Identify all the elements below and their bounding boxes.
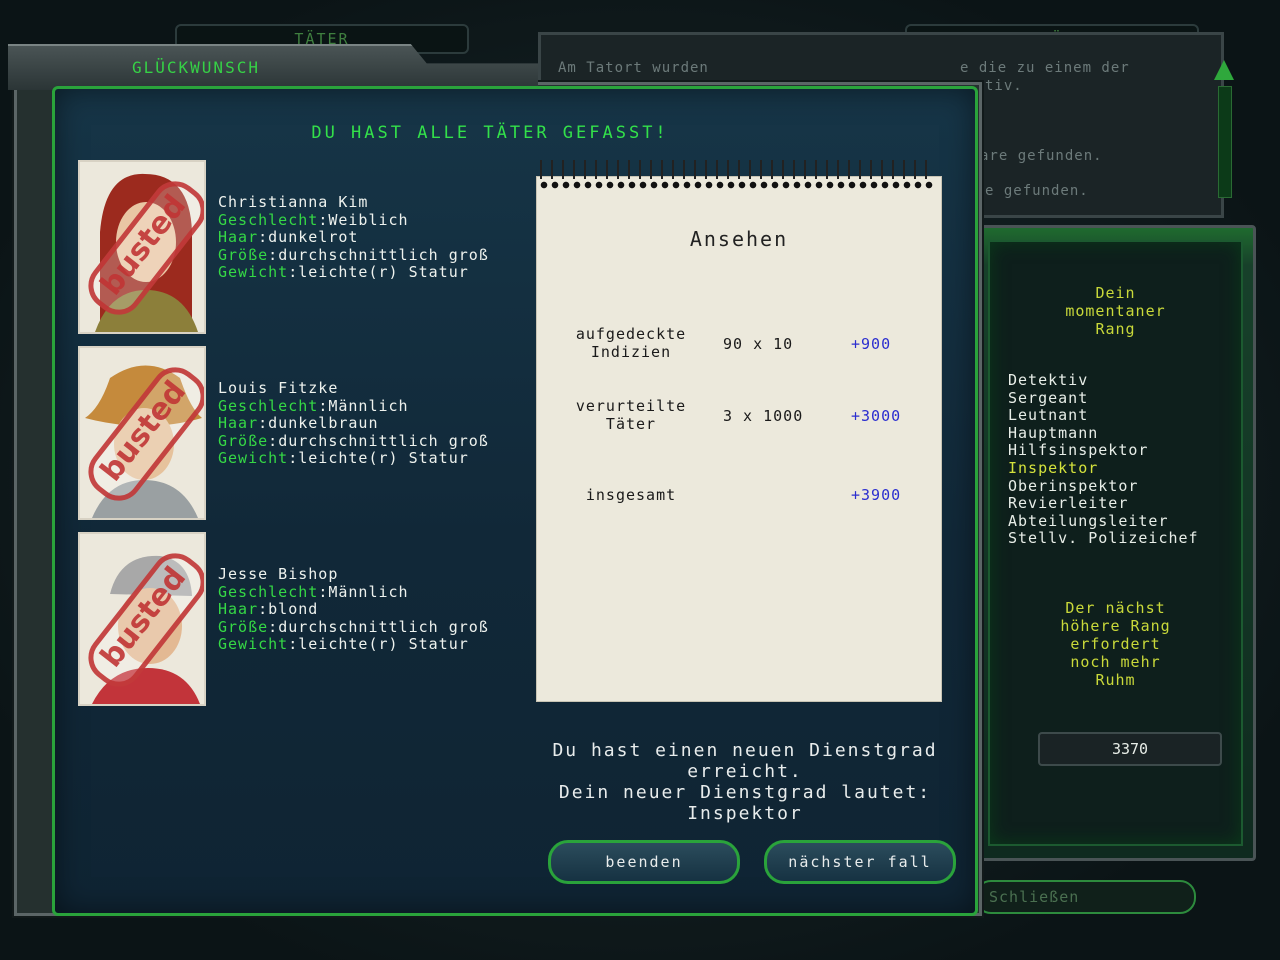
- rank-item-current: Inspektor: [1008, 458, 1099, 477]
- suspect-gender: Geschlecht:Männlich: [218, 396, 409, 415]
- rank-heading-1: Dein: [1095, 284, 1136, 302]
- rank-heading-3: Rang: [1095, 320, 1136, 338]
- back-text-3: tiv.: [985, 78, 1023, 94]
- rank-panel: Dein momentaner Rang Detektiv Sergeant L…: [975, 225, 1256, 861]
- row-calc: 3 x 1000: [723, 407, 804, 425]
- next-rank-3: erfordert: [1070, 635, 1161, 653]
- rank-item: Stellv. Polizeichef: [1008, 529, 1199, 548]
- back-text-5: e gefunden.: [985, 183, 1089, 199]
- row-label-total: insgesamt: [585, 486, 677, 504]
- row-label: Täter: [605, 415, 657, 433]
- suspect-info: Jesse Bishop Geschlecht:Männlich Haar:bl…: [218, 565, 489, 654]
- rank-item: Detektiv: [1008, 371, 1089, 389]
- row-label: Indizien: [590, 343, 672, 361]
- suspect-photo: busted: [78, 160, 206, 334]
- rank-item: Hilfsinspektor: [1008, 441, 1149, 460]
- rank-item: Revierleiter: [1008, 494, 1129, 513]
- notepad-holes: [540, 180, 936, 190]
- back-text-2: e die zu einem der: [960, 60, 1130, 76]
- suspect-weight: Gewicht:leichte(r) Statur: [218, 635, 469, 654]
- suspect-photo: busted: [78, 346, 206, 520]
- scroll-track[interactable]: [1218, 86, 1232, 198]
- message-line: erreicht.: [687, 761, 803, 782]
- suspect-hair: Haar:dunkelrot: [218, 228, 359, 247]
- rank-item: Oberinspektor: [1008, 476, 1139, 495]
- rank-heading-2: momentaner: [1065, 302, 1166, 320]
- fame-value: 3370: [1038, 732, 1222, 766]
- back-text-4: are gefunden.: [980, 148, 1103, 164]
- rank-item: Leutnant: [1008, 406, 1089, 425]
- headline: DU HAST ALLE TÄTER GEFASST!: [311, 123, 669, 143]
- row-value: +900: [851, 335, 892, 353]
- rank-list: Detektiv Sergeant Leutnant Hauptmann Hil…: [1008, 371, 1199, 548]
- next-rank-4: noch mehr: [1070, 653, 1161, 671]
- score-notepad: Ansehen aufgedeckte Indizien 90 x 10 +90…: [536, 176, 942, 702]
- next-rank-2: höhere Rang: [1060, 617, 1171, 635]
- suspect-photo: busted: [78, 532, 206, 706]
- close-button[interactable]: Schließen: [975, 880, 1196, 914]
- rank-inner: Dein momentaner Rang Detektiv Sergeant L…: [988, 240, 1243, 846]
- suspect-weight: Gewicht:leichte(r) Statur: [218, 449, 469, 468]
- notepad-title: Ansehen: [689, 227, 789, 251]
- suspect-info: Christianna Kim Geschlecht:Weiblich Haar…: [218, 193, 489, 282]
- row-value: +3000: [851, 407, 902, 425]
- suspect-info: Louis Fitzke Geschlecht:Männlich Haar:du…: [218, 379, 489, 468]
- scrollbar[interactable]: [1214, 60, 1236, 210]
- rank-item: Hauptmann: [1008, 423, 1099, 442]
- promotion-message: Du hast einen neuen Dienstgrad erreicht.…: [548, 740, 942, 824]
- suspect-card: busted Christianna Kim Geschlecht:Weibli…: [78, 160, 538, 334]
- end-button[interactable]: beenden: [548, 840, 740, 884]
- suspect-hair: Haar:blond: [218, 600, 319, 619]
- suspect-gender: Geschlecht:Männlich: [218, 582, 409, 601]
- suspect-hair: Haar:dunkelbraun: [218, 414, 379, 433]
- next-case-button[interactable]: nächster fall: [764, 840, 956, 884]
- suspect-height: Größe:durchschnittlich groß: [218, 245, 489, 264]
- suspect-gender: Geschlecht:Weiblich: [218, 210, 409, 229]
- rank-item: Abteilungsleiter: [1008, 511, 1169, 530]
- next-rank-5: Ruhm: [1095, 671, 1136, 689]
- suspect-height: Größe:durchschnittlich groß: [218, 617, 489, 636]
- scroll-up-icon[interactable]: [1214, 60, 1234, 80]
- row-calc: 90 x 10: [723, 335, 794, 353]
- rank-item: Sergeant: [1008, 388, 1089, 407]
- message-line: Dein neuer Dienstgrad lautet:: [558, 782, 932, 803]
- suspect-name: Louis Fitzke: [218, 379, 339, 397]
- suspect-weight: Gewicht:leichte(r) Statur: [218, 263, 469, 282]
- row-value-total: +3900: [851, 486, 902, 504]
- suspect-name: Jesse Bishop: [218, 565, 339, 583]
- suspect-card: busted Jesse Bishop Geschlecht:Männlich …: [78, 532, 538, 706]
- back-text-1: Am Tatort wurden: [558, 60, 709, 76]
- row-label: verurteilte: [575, 397, 687, 415]
- suspect-name: Christianna Kim: [218, 193, 369, 211]
- dialog-title: GLÜCKWUNSCH: [132, 58, 260, 77]
- row-label: aufgedeckte: [575, 325, 687, 343]
- next-rank-1: Der nächst: [1065, 599, 1166, 617]
- suspect-card: busted Louis Fitzke Geschlecht:Männlich …: [78, 346, 538, 520]
- message-line: Du hast einen neuen Dienstgrad: [552, 740, 938, 761]
- message-line: Inspektor: [687, 803, 803, 824]
- suspect-height: Größe:durchschnittlich groß: [218, 431, 489, 450]
